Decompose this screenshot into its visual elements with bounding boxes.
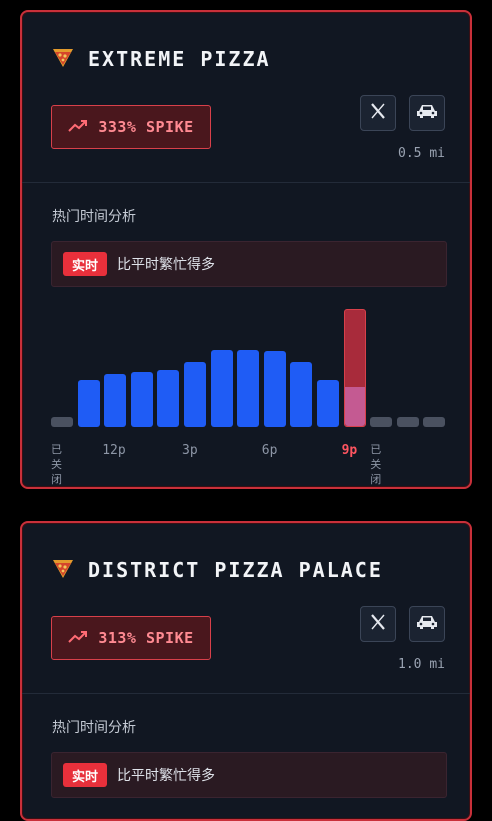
chart-bar — [51, 417, 73, 427]
live-badge: 实时 — [63, 763, 108, 787]
distance-label: 0.5 mi — [398, 146, 445, 161]
chart-bar — [396, 417, 419, 427]
trending-up-icon — [68, 118, 88, 137]
x-share-button[interactable] — [360, 95, 396, 131]
section-title: 热门时间分析 — [52, 209, 136, 225]
car-icon — [415, 102, 439, 124]
spike-label: 333% SPIKE — [98, 118, 194, 136]
distance-label: 1.0 mi — [398, 657, 445, 672]
place-title: EXTREME PIZZA — [88, 47, 271, 71]
spike-badge: 333% SPIKE — [51, 105, 211, 149]
x-logo-icon — [369, 613, 387, 635]
x-axis-tick-label: 已关闭 — [370, 443, 382, 486]
x-share-button[interactable] — [360, 606, 396, 642]
chart-bar — [423, 417, 446, 427]
section-title: 热门时间分析 — [52, 720, 136, 736]
card-header: DISTRICT PIZZA PALACE — [52, 557, 383, 583]
card-header: EXTREME PIZZA — [52, 46, 271, 72]
spike-label: 313% SPIKE — [98, 629, 194, 647]
x-axis-tick-label: 9p — [341, 443, 358, 458]
x-axis-tick-label: 3p — [182, 443, 198, 458]
pizza-slice-icon — [52, 46, 74, 72]
x-logo-icon — [369, 102, 387, 124]
chart-bar — [77, 380, 100, 427]
divider — [22, 182, 470, 183]
place-card[interactable]: DISTRICT PIZZA PALACE 313% SPIKE 1.0 mi … — [20, 521, 472, 821]
live-status-text: 比平时繁忙得多 — [117, 768, 216, 784]
chart-bar — [290, 362, 313, 427]
place-card[interactable]: EXTREME PIZZA 333% SPIKE 0.5 mi 热门时间分析 实… — [20, 10, 472, 489]
chart-bar — [184, 362, 206, 427]
directions-button[interactable] — [409, 606, 445, 642]
usual-level-bar — [344, 387, 365, 426]
trending-up-icon — [68, 629, 88, 648]
chart-bar — [210, 350, 233, 427]
chart-bar — [104, 374, 127, 427]
spike-badge: 313% SPIKE — [51, 616, 211, 660]
live-status-row: 实时 比平时繁忙得多 — [51, 752, 447, 798]
live-badge: 实时 — [63, 252, 108, 276]
chart-bar — [317, 380, 339, 427]
live-status-row: 实时 比平时繁忙得多 — [51, 241, 447, 287]
pizza-slice-icon — [52, 557, 74, 583]
directions-button[interactable] — [409, 95, 445, 131]
chart-bar — [157, 370, 180, 427]
chart-bar — [263, 351, 286, 427]
divider — [22, 693, 470, 694]
chart-bar — [343, 309, 366, 427]
chart-bar — [237, 350, 260, 427]
x-axis-tick-label: 6p — [261, 443, 278, 458]
chart-bar — [370, 417, 393, 427]
car-icon — [415, 613, 439, 635]
x-axis-tick-label: 已关闭 — [51, 443, 62, 486]
live-status-text: 比平时繁忙得多 — [117, 257, 216, 273]
popular-times-chart — [51, 302, 451, 427]
chart-bar — [130, 372, 153, 427]
place-title: DISTRICT PIZZA PALACE — [88, 558, 383, 582]
x-axis-tick-label: 12p — [102, 443, 126, 458]
